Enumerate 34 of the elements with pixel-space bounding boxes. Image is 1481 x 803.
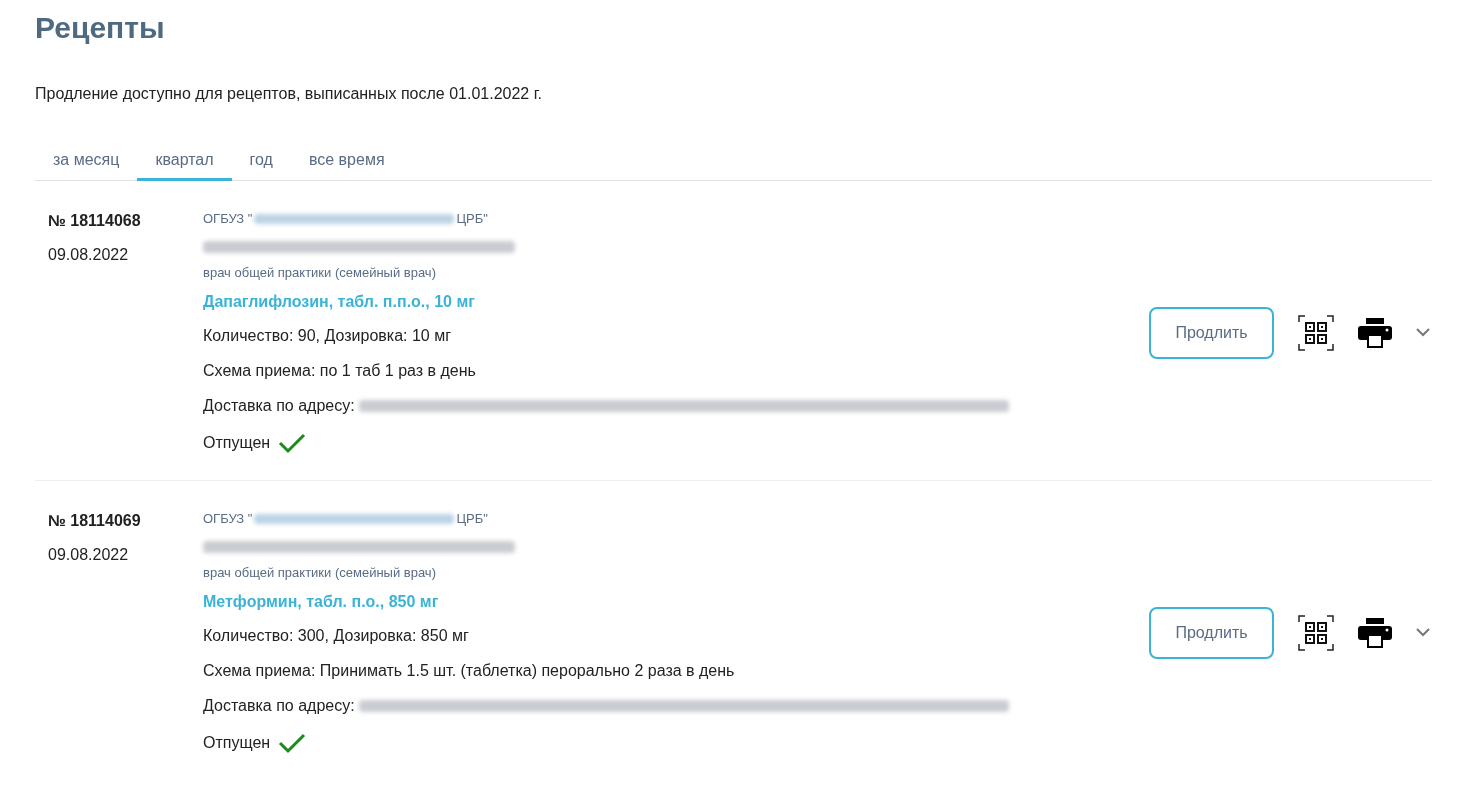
doctor-role: врач общей практики (семейный врач) [203, 565, 437, 581]
chevron-down-icon[interactable] [1416, 328, 1430, 337]
prescription-number: № 18114069 [48, 511, 142, 531]
notice-text: Продление доступно для рецептов, выписанных после 01.01.2022 г. [35, 84, 543, 104]
renew-button[interactable]: Продлить [1149, 606, 1274, 659]
print-icon[interactable] [1358, 617, 1392, 648]
status-text: Отпущен [203, 733, 271, 753]
clinic-name: ЦРБ" [456, 511, 488, 527]
period-tab[interactable]: за месяц [35, 141, 138, 181]
quantity-text: Количество: 300, Дозировка: 850 мг [203, 626, 470, 646]
clinic-name: ЦРБ" [456, 211, 488, 227]
delivery-label: Доставка по адресу: [203, 396, 355, 416]
delivery-label: Доставка по адресу: [203, 696, 355, 716]
prescription-date: 09.08.2022 [48, 245, 130, 265]
period-tab[interactable]: квартал [137, 141, 232, 181]
dosage-scheme: Схема приема: Принимать 1.5 шт. (таблетка) перорально 2 раза в день [203, 661, 736, 681]
prescription-date: 09.08.2022 [48, 545, 130, 565]
quantity-text: Количество: 90, Дозировка: 10 мг [203, 326, 453, 346]
prescription-number: № 18114068 [48, 211, 142, 231]
print-icon[interactable] [1358, 317, 1392, 348]
qr-code-icon[interactable] [1298, 614, 1334, 651]
doctor-role: врач общей практики (семейный врач) [203, 265, 437, 281]
status-text: Отпущен [203, 433, 271, 453]
chevron-down-icon[interactable] [1416, 628, 1430, 637]
period-tab[interactable]: год [231, 141, 291, 181]
dosage-scheme: Схема приема: по 1 таб 1 раз в день [203, 361, 477, 381]
renew-button[interactable]: Продлить [1149, 306, 1274, 359]
qr-code-icon[interactable] [1298, 314, 1334, 351]
period-tab[interactable]: все время [290, 141, 403, 181]
drug-name: Метформин, табл. п.о., 850 мг [203, 592, 440, 612]
page-title: Рецепты [35, 10, 166, 46]
clinic-name: ОГБУЗ " [203, 511, 253, 527]
drug-name: Дапаглифлозин, табл. п.п.о., 10 мг [203, 292, 476, 312]
clinic-name: ОГБУЗ " [203, 211, 253, 227]
